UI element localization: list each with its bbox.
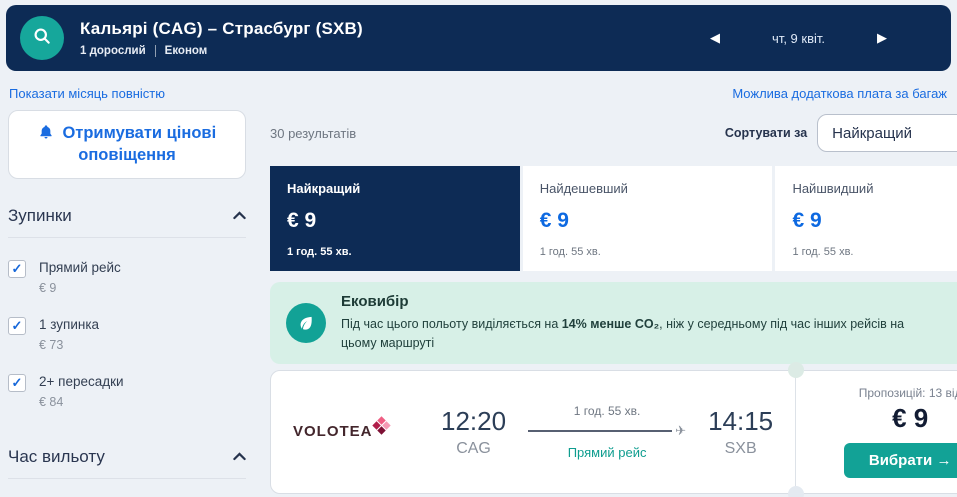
tab-best[interactable]: Найкращий € 9 1 год. 55 хв.	[270, 166, 520, 271]
baggage-fee-link[interactable]: Можлива додаткова плата за багаж	[732, 86, 947, 101]
deals-count-label: Пропозицій: 13 від	[858, 385, 957, 400]
cabin-class-label: Економ	[164, 45, 208, 57]
search-params: 1 дорослий Економ	[80, 45, 363, 57]
leaf-icon	[286, 302, 326, 343]
sort-selected-value: Найкращий	[832, 124, 913, 142]
tab-label: Найдешевший	[539, 181, 628, 196]
stops-section-header[interactable]: Зупинки	[8, 206, 246, 226]
option-label: Прямий рейс	[39, 259, 121, 275]
links-row: Показати місяць повністю Можлива додатко…	[0, 71, 957, 101]
eco-title: Ековибір	[341, 293, 409, 310]
tab-duration: 1 год. 55 хв.	[539, 246, 601, 258]
tab-label: Найшвидший	[792, 181, 874, 196]
route-title: Кальярі (CAG) – Страсбург (SXB)	[80, 19, 363, 38]
bell-icon	[38, 124, 63, 142]
flight-duration: 1 год. 55 хв.	[573, 403, 641, 418]
filter-option-one-stop[interactable]: ✓ 1 зупинка € 73	[8, 316, 246, 352]
search-button[interactable]	[20, 16, 64, 60]
sort-by-label: Сортувати за	[724, 126, 808, 140]
arrival-block: 14:15 SXB	[708, 406, 773, 458]
filters-sidebar: Отримувати цінові оповіщення Зупинки ✓ П…	[8, 110, 270, 497]
departure-airport: CAG	[456, 439, 491, 457]
search-icon	[32, 26, 52, 51]
chevron-up-icon	[233, 448, 246, 466]
arrival-airport: SXB	[724, 439, 757, 457]
checkbox-checked[interactable]: ✓	[8, 316, 26, 335]
filter-option-two-plus-stops[interactable]: ✓ 2+ пересадки € 84	[8, 373, 246, 409]
price-alerts-label: Отримувати цінові оповіщення	[62, 124, 217, 165]
flight-path: ✈	[528, 423, 686, 439]
search-summary-header: Кальярі (CAG) – Страсбург (SXB) 1 доросл…	[6, 5, 951, 71]
tab-duration: 1 год. 55 хв.	[287, 246, 352, 258]
results-toolbar: 30 результатів Сортувати за Найкращий ▼	[270, 110, 957, 166]
tab-price: € 9	[792, 209, 822, 232]
flight-price: € 9	[892, 402, 929, 433]
select-label: Вибрати	[868, 451, 933, 469]
flight-path-line	[528, 429, 673, 432]
plane-icon: ✈	[675, 422, 687, 438]
arrival-time: 14:15	[708, 405, 774, 436]
eco-text-emphasis: 14% менше CO₂	[561, 317, 660, 331]
tab-price: € 9	[539, 209, 569, 232]
eco-choice-banner: Ековибір Під час цього польоту виділяєть…	[270, 282, 957, 364]
option-label: 1 зупинка	[39, 316, 100, 332]
airline-logo: VOLOTEA	[293, 416, 441, 440]
segment-info: 1 год. 55 хв. ✈ Прямий рейс	[528, 404, 686, 460]
departure-time-title: Час вильоту	[8, 446, 105, 466]
divider	[8, 477, 246, 479]
passengers-label: 1 дорослий	[80, 45, 146, 57]
option-price: € 84	[39, 394, 64, 409]
divider	[8, 236, 246, 238]
tab-duration: 1 год. 55 хв.	[792, 246, 854, 258]
arrow-right-icon: →	[936, 451, 952, 469]
flight-result-card[interactable]: VOLOTEA 12:20 CAG 1 год. 55 хв. ✈ Прямий…	[270, 361, 957, 497]
previous-day-button[interactable]: ◀	[710, 30, 720, 46]
results-count: 30 результатів	[270, 125, 357, 141]
sort-dropdown[interactable]: Найкращий ▼	[817, 114, 957, 152]
eco-text: Під час цього польоту виділяється на	[341, 317, 562, 331]
tab-price: € 9	[287, 209, 317, 232]
option-price: € 9	[39, 280, 57, 295]
eco-description: Під час цього польоту виділяється на 14%…	[341, 315, 941, 353]
filter-option-direct[interactable]: ✓ Прямий рейс € 9	[8, 259, 246, 295]
divider	[154, 45, 156, 57]
tab-fastest[interactable]: Найшвидший € 9 1 год. 55 хв.	[775, 166, 957, 271]
airline-name: VOLOTEA	[293, 423, 373, 440]
checkbox-checked[interactable]: ✓	[8, 373, 26, 392]
airline-logo-mark-icon	[371, 416, 391, 435]
chevron-up-icon	[233, 207, 246, 225]
departure-block: 12:20 CAG	[441, 406, 506, 458]
sort-tabs: Найкращий € 9 1 год. 55 хв. Найдешевший …	[270, 166, 957, 271]
option-price: € 73	[39, 337, 64, 352]
checkbox-checked[interactable]: ✓	[8, 259, 26, 278]
tab-label: Найкращий	[287, 181, 361, 196]
price-alerts-button[interactable]: Отримувати цінові оповіщення	[8, 110, 246, 179]
option-label: 2+ пересадки	[39, 373, 124, 389]
itinerary: 12:20 CAG 1 год. 55 хв. ✈ Прямий рейс 14…	[441, 404, 773, 460]
tab-cheapest[interactable]: Найдешевший € 9 1 год. 55 хв.	[522, 166, 773, 271]
departure-time-section-header[interactable]: Час вильоту	[8, 447, 246, 467]
show-full-month-link[interactable]: Показати місяць повністю	[9, 86, 165, 101]
current-date: чт, 9 квіт.	[772, 30, 825, 46]
price-panel: Пропозицій: 13 від € 9 Вибрати →	[796, 371, 957, 493]
stops-section-title: Зупинки	[8, 205, 72, 225]
departure-time: 12:20	[441, 405, 507, 436]
next-day-button[interactable]: ▶	[877, 30, 887, 46]
ticket-divider	[788, 361, 805, 497]
select-flight-button[interactable]: Вибрати →	[843, 442, 957, 478]
stops-label: Прямий рейс	[567, 444, 647, 460]
